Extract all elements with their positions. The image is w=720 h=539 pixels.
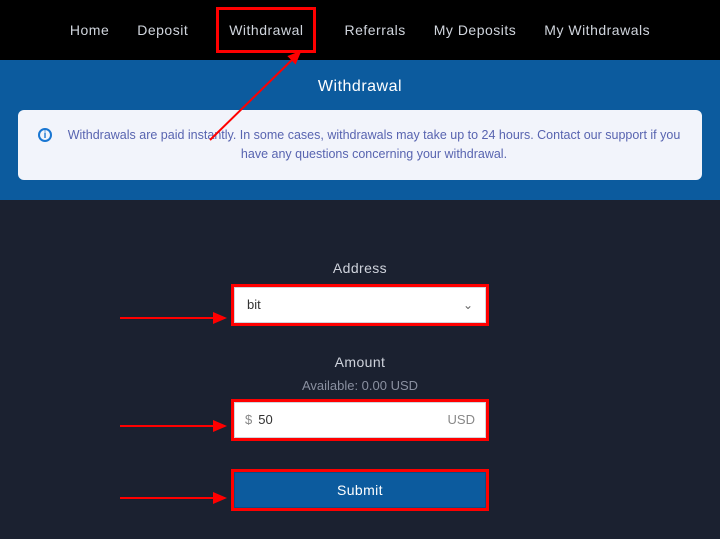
address-select[interactable]: bit ⌄ xyxy=(234,287,486,323)
amount-field-block: Amount Available: 0.00 USD $ USD xyxy=(231,354,489,441)
info-icon: i xyxy=(38,128,52,142)
submit-block: Submit xyxy=(231,469,489,511)
submit-button[interactable]: Submit xyxy=(234,472,486,508)
address-field-block: Address bit ⌄ xyxy=(231,260,489,326)
amount-input[interactable] xyxy=(252,412,447,427)
highlight-box-address: bit ⌄ xyxy=(231,284,489,326)
amount-input-wrap: $ USD xyxy=(234,402,486,438)
address-select-value: bit xyxy=(247,297,463,312)
nav-referrals[interactable]: Referrals xyxy=(344,22,405,38)
notice-text: Withdrawals are paid instantly. In some … xyxy=(66,126,682,164)
header-strip: Withdrawal i Withdrawals are paid instan… xyxy=(0,60,720,200)
nav-withdrawal[interactable]: Withdrawal xyxy=(229,22,303,38)
highlight-box-submit: Submit xyxy=(231,469,489,511)
available-text: Available: 0.00 USD xyxy=(231,378,489,393)
address-label: Address xyxy=(231,260,489,276)
page-title: Withdrawal xyxy=(18,78,702,96)
currency-prefix: $ xyxy=(245,412,252,427)
currency-suffix: USD xyxy=(448,412,475,427)
nav-my-withdrawals[interactable]: My Withdrawals xyxy=(544,22,650,38)
chevron-down-icon: ⌄ xyxy=(463,298,473,312)
amount-label: Amount xyxy=(231,354,489,370)
notice-box: i Withdrawals are paid instantly. In som… xyxy=(18,110,702,180)
nav-my-deposits[interactable]: My Deposits xyxy=(434,22,517,38)
highlight-box-amount: $ USD xyxy=(231,399,489,441)
top-nav: Home Deposit Withdrawal Referrals My Dep… xyxy=(0,0,720,60)
highlight-box-nav: Withdrawal xyxy=(216,7,316,53)
withdrawal-form: Address bit ⌄ Amount Available: 0.00 USD… xyxy=(0,200,720,539)
nav-home[interactable]: Home xyxy=(70,22,109,38)
nav-deposit[interactable]: Deposit xyxy=(137,22,188,38)
